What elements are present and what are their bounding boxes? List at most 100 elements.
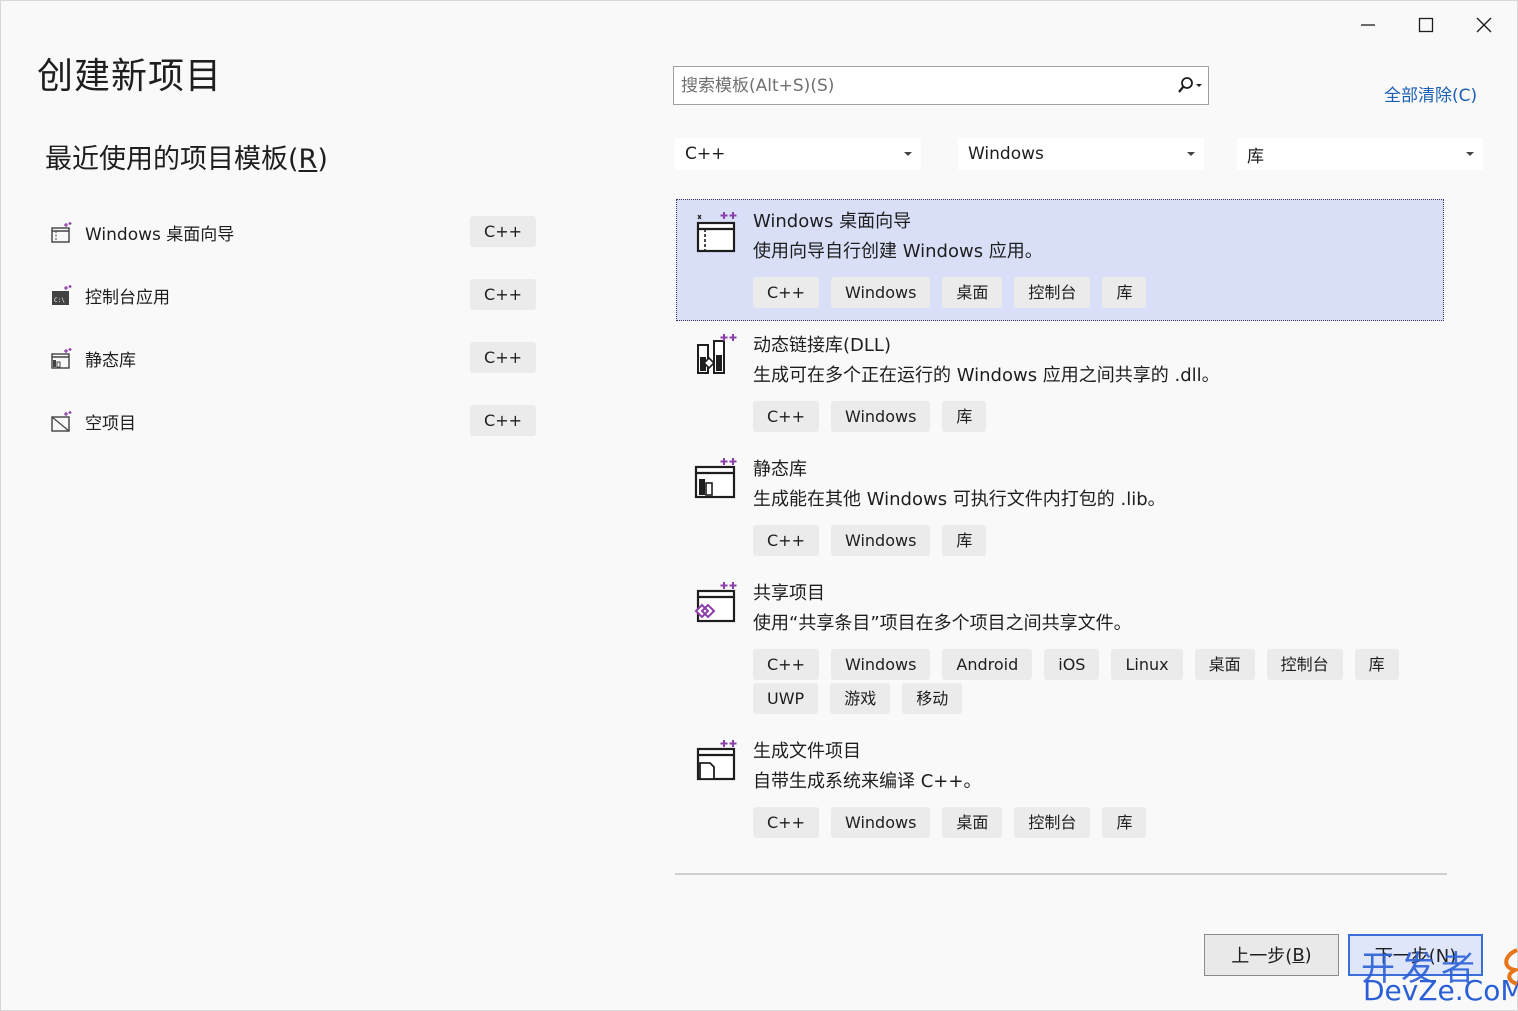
template-description: 自带生成系统来编译 C++。	[753, 771, 982, 792]
console-app-icon: C:\	[52, 284, 72, 305]
recent-item-windows-desktop-wizard[interactable]: Windows 桌面向导 C++	[45, 201, 545, 264]
template-tag: C++	[753, 401, 819, 432]
clear-all-link[interactable]: 全部清除(C)	[1384, 81, 1477, 106]
recent-item-empty-project[interactable]: 空项目 C++	[45, 390, 545, 453]
recent-item-tag: C++	[470, 405, 536, 436]
template-item-makefile-project[interactable]: 生成文件项目 自带生成系统来编译 C++。 C++ Windows 桌面 控制台…	[676, 727, 1444, 849]
template-name: Windows 桌面向导	[753, 211, 912, 232]
recent-item-static-library[interactable]: 静态库 C++	[45, 327, 545, 390]
watermark-logo-icon	[1504, 948, 1518, 986]
recent-item-label: Windows 桌面向导	[85, 225, 235, 245]
back-button-mnemonic: B	[1292, 944, 1305, 966]
template-search-box[interactable]	[673, 66, 1209, 105]
static-library-icon	[694, 458, 737, 499]
template-item-static-library[interactable]: 静态库 生成能在其他 Windows 可执行文件内打包的 .lib。 C++ W…	[676, 445, 1444, 569]
create-project-window: 创建新项目 最近使用的项目模板(R) Windows 桌面向导 C++ C:\ …	[0, 0, 1518, 1011]
template-tag: 控制台	[1014, 277, 1091, 308]
recent-item-console-app[interactable]: C:\ 控制台应用 C++	[45, 264, 545, 327]
search-input[interactable]	[674, 67, 1172, 104]
footer-divider	[675, 873, 1447, 875]
recent-item-label: 控制台应用	[85, 288, 170, 308]
template-tag: Android	[942, 649, 1033, 680]
recent-item-tag: C++	[470, 342, 536, 373]
template-tag: Windows	[830, 277, 931, 308]
windows-desktop-wizard-icon	[696, 212, 737, 253]
template-tag: Windows	[830, 649, 931, 680]
recent-heading-close: )	[317, 144, 328, 175]
template-tag: C++	[753, 277, 819, 308]
template-tag: Windows	[830, 401, 931, 432]
close-button[interactable]	[1455, 7, 1513, 43]
maximize-icon	[1418, 17, 1434, 33]
chevron-down-icon	[1187, 152, 1195, 156]
template-tag: 控制台	[1266, 649, 1343, 680]
platform-filter-value: Windows	[968, 144, 1044, 164]
project-type-filter-value: 库	[1247, 146, 1264, 167]
minimize-icon	[1361, 24, 1375, 26]
empty-project-icon	[51, 410, 72, 432]
recent-item-label: 空项目	[85, 414, 136, 434]
language-filter[interactable]: C++	[675, 138, 921, 170]
language-filter-value: C++	[685, 144, 726, 164]
chevron-down-icon	[1466, 152, 1474, 156]
template-tags: C++ Windows 桌面 控制台 库	[753, 277, 1413, 308]
makefile-project-icon	[696, 740, 737, 781]
template-list: Windows 桌面向导 使用向导自行创建 Windows 应用。 C++ Wi…	[676, 199, 1444, 849]
recent-templates-heading: 最近使用的项目模板(R)	[45, 137, 328, 176]
search-icon[interactable]	[1172, 76, 1208, 95]
template-tag: C++	[753, 525, 819, 556]
template-tag: 库	[1354, 649, 1399, 680]
back-button-close: )	[1304, 944, 1312, 966]
template-tag: C++	[753, 649, 819, 680]
watermark-domain: DevZe.CoM	[1363, 974, 1518, 1007]
recent-item-label: 静态库	[85, 351, 136, 371]
template-name: 静态库	[753, 459, 807, 480]
template-tag: 移动	[902, 683, 963, 714]
chevron-down-icon	[904, 152, 912, 156]
template-tags: C++ Windows 库	[753, 525, 1413, 556]
template-tag: 库	[1102, 807, 1147, 838]
template-item-windows-desktop-wizard[interactable]: Windows 桌面向导 使用向导自行创建 Windows 应用。 C++ Wi…	[676, 199, 1444, 321]
recent-item-tag: C++	[470, 279, 536, 310]
template-tag: 桌面	[1194, 649, 1255, 680]
template-tag: iOS	[1044, 649, 1100, 680]
template-tags: C++ Windows 桌面 控制台 库	[753, 807, 1413, 838]
template-description: 生成可在多个正在运行的 Windows 应用之间共享的 .dll。	[753, 365, 1220, 386]
recent-templates-list: Windows 桌面向导 C++ C:\ 控制台应用 C++ 静态库 C++ 空…	[45, 201, 545, 453]
shared-project-icon	[694, 582, 737, 623]
template-tag: 桌面	[942, 807, 1003, 838]
back-button[interactable]: 上一步(B)	[1204, 934, 1339, 976]
template-tag: 桌面	[942, 277, 1003, 308]
recent-heading-mnemonic: R	[298, 144, 318, 175]
back-button-label: 上一步(	[1231, 946, 1293, 967]
template-tag: Linux	[1111, 649, 1183, 680]
maximize-button[interactable]	[1397, 7, 1455, 43]
page-title: 创建新项目	[37, 56, 223, 97]
template-tag: Windows	[830, 525, 931, 556]
template-item-shared-project[interactable]: 共享项目 使用“共享条目”项目在多个项目之间共享文件。 C++ Windows …	[676, 569, 1444, 727]
static-library-icon	[51, 347, 72, 369]
svg-text:C:\: C:\	[54, 297, 65, 304]
template-name: 生成文件项目	[753, 741, 861, 762]
recent-heading-text: 最近使用的项目模板(	[45, 144, 299, 175]
template-tag: 库	[942, 525, 987, 556]
template-tag: 库	[1102, 277, 1147, 308]
window-controls	[1339, 7, 1513, 43]
template-tags: C++ Windows 库	[753, 401, 1413, 432]
template-description: 使用“共享条目”项目在多个项目之间共享文件。	[753, 613, 1132, 634]
platform-filter[interactable]: Windows	[958, 138, 1204, 170]
recent-item-tag: C++	[470, 216, 536, 247]
template-name: 共享项目	[753, 583, 825, 604]
close-icon	[1476, 17, 1492, 33]
dll-icon	[697, 334, 737, 374]
template-tag: C++	[753, 807, 819, 838]
template-tag: UWP	[753, 683, 819, 714]
template-tag: 库	[942, 401, 987, 432]
template-tags: C++ Windows Android iOS Linux 桌面 控制台 库 U…	[753, 649, 1413, 714]
template-item-dll[interactable]: 动态链接库(DLL) 生成可在多个正在运行的 Windows 应用之间共享的 .…	[676, 321, 1444, 445]
windows-desktop-wizard-icon	[51, 221, 72, 243]
minimize-button[interactable]	[1339, 7, 1397, 43]
project-type-filter[interactable]: 库	[1237, 138, 1483, 170]
template-description: 使用向导自行创建 Windows 应用。	[753, 241, 1043, 262]
template-tag: Windows	[830, 807, 931, 838]
